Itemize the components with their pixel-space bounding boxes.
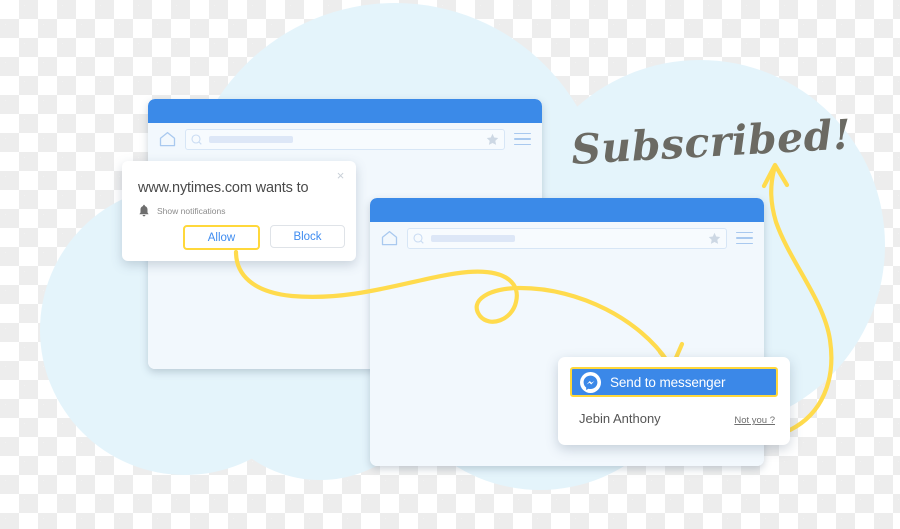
permission-label: Show notifications (157, 205, 226, 216)
browser-titlebar (370, 198, 764, 222)
search-icon (413, 232, 424, 244)
screenshot-canvas: × www.nytimes.com wants to Show notifica… (0, 0, 900, 529)
browser-toolbar (148, 123, 542, 155)
search-icon (191, 133, 202, 145)
star-icon[interactable] (486, 133, 499, 146)
hamburger-menu-icon[interactable] (736, 231, 753, 245)
messenger-subscribe-card: Send to messenger Jebin Anthony Not you … (558, 357, 790, 445)
block-button[interactable]: Block (270, 225, 345, 248)
bell-icon (139, 204, 149, 217)
dialog-actions: Allow Block (183, 225, 345, 250)
messenger-icon (580, 371, 601, 393)
star-icon[interactable] (708, 232, 721, 245)
home-icon[interactable] (159, 131, 176, 147)
browser-titlebar (148, 99, 542, 123)
send-to-messenger-button[interactable]: Send to messenger (570, 367, 778, 397)
dialog-title: www.nytimes.com wants to (138, 180, 309, 196)
address-placeholder (209, 135, 293, 143)
not-you-link[interactable]: Not you ? (734, 415, 775, 426)
hamburger-menu-icon[interactable] (514, 132, 531, 146)
permission-row: Show notifications (138, 204, 226, 217)
home-icon[interactable] (381, 230, 398, 246)
address-placeholder (431, 234, 515, 242)
notification-permission-dialog: × www.nytimes.com wants to Show notifica… (122, 161, 356, 261)
close-icon[interactable]: × (334, 169, 347, 182)
address-bar[interactable] (185, 128, 505, 150)
address-bar[interactable] (407, 227, 727, 249)
browser-toolbar (370, 222, 764, 254)
allow-button[interactable]: Allow (183, 225, 260, 250)
user-name: Jebin Anthony (579, 411, 661, 426)
send-to-messenger-label: Send to messenger (610, 374, 726, 390)
